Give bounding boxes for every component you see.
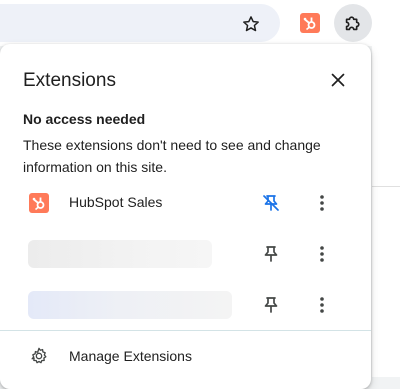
unpin-button[interactable] <box>259 191 283 215</box>
more-vert-icon <box>320 195 324 211</box>
pin-icon <box>264 297 278 313</box>
bookmark-star-icon[interactable] <box>240 13 262 35</box>
pin-icon <box>264 246 278 262</box>
extension-name: HubSpot Sales <box>69 194 163 210</box>
close-button[interactable] <box>326 68 350 92</box>
pin-button[interactable] <box>259 293 283 317</box>
section-heading: No access needed <box>23 111 146 127</box>
section-description: These extensions don't need to see and c… <box>23 137 321 175</box>
more-options-button[interactable] <box>310 191 334 215</box>
more-vert-icon <box>320 297 324 313</box>
gear-icon <box>29 346 49 366</box>
extension-row-hubspot[interactable]: HubSpot Sales <box>0 183 371 223</box>
unpin-icon <box>263 195 279 211</box>
extension-row-redacted[interactable] <box>0 234 371 274</box>
hubspot-toolbar-icon[interactable] <box>300 13 320 33</box>
close-icon <box>331 73 345 87</box>
manage-extensions-label: Manage Extensions <box>69 348 192 364</box>
redacted-extension <box>28 240 212 268</box>
address-bar[interactable] <box>0 4 280 42</box>
extensions-puzzle-button[interactable] <box>334 4 372 42</box>
manage-extensions-button[interactable]: Manage Extensions <box>0 336 371 376</box>
popup-title: Extensions <box>23 70 116 91</box>
more-options-button[interactable] <box>310 242 334 266</box>
more-vert-icon <box>320 246 324 262</box>
more-options-button[interactable] <box>310 293 334 317</box>
browser-toolbar <box>0 0 400 46</box>
extensions-popup: Extensions No access needed These extens… <box>0 44 371 389</box>
divider <box>0 330 371 331</box>
extension-row-redacted[interactable] <box>0 285 371 325</box>
hubspot-icon <box>29 193 49 213</box>
pin-button[interactable] <box>259 242 283 266</box>
redacted-extension <box>28 291 232 319</box>
page-background <box>372 46 400 377</box>
puzzle-icon <box>345 16 360 31</box>
